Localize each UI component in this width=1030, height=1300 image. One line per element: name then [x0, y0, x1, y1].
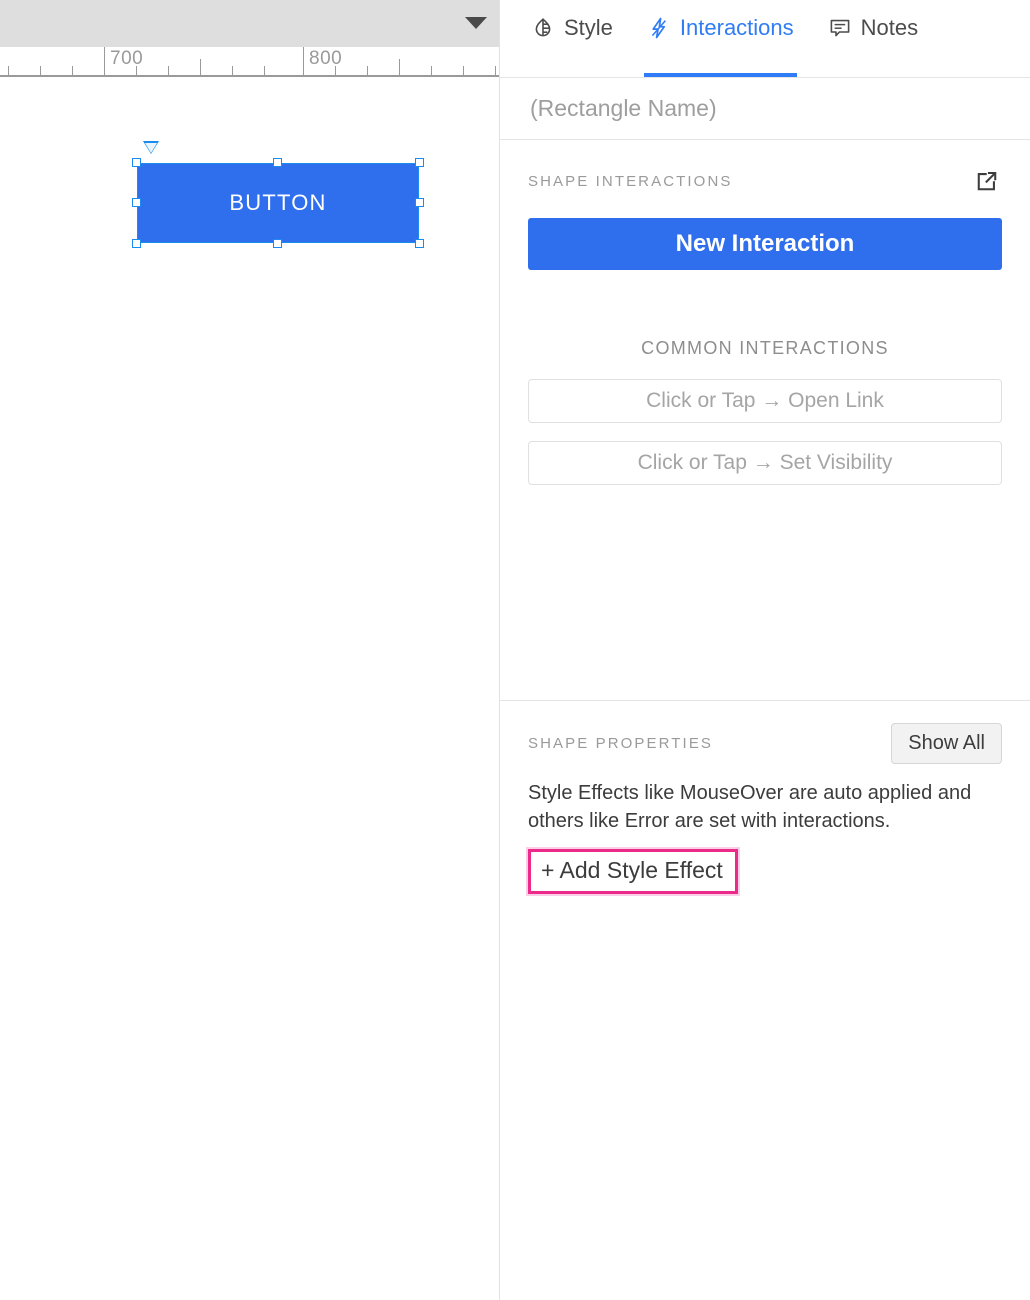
- tab-interactions[interactable]: Interactions: [630, 0, 811, 77]
- canvas-toolbar-strip: [0, 0, 499, 47]
- new-interaction-button[interactable]: New Interaction: [528, 218, 1002, 270]
- prototyping-app-window: 700 800 BUTTON Style Interactions Notes …: [0, 0, 1030, 1300]
- style-droplet-icon: [531, 16, 555, 40]
- inspector-panel: Style Interactions Notes (Rectangle Name…: [499, 0, 1030, 1300]
- shape-interactions-title: SHAPE INTERACTIONS: [528, 172, 733, 190]
- widget-name-placeholder: (Rectangle Name): [530, 95, 717, 121]
- tab-notes[interactable]: Notes: [811, 0, 935, 77]
- tab-style-label: Style: [564, 14, 613, 40]
- horizontal-ruler: 700 800: [0, 47, 499, 77]
- tab-interactions-label: Interactions: [679, 14, 794, 40]
- shape-interactions-section: SHAPE INTERACTIONS New Interaction COMMO…: [500, 140, 1030, 701]
- shape-properties-description: Style Effects like MouseOver are auto ap…: [528, 782, 972, 832]
- tab-notes-label: Notes: [860, 14, 919, 40]
- resize-handle-nw[interactable]: [132, 158, 141, 167]
- add-style-effect-highlight: + Add Style Effect: [528, 849, 738, 895]
- shape-properties-header: SHAPE PROPERTIES Show All: [528, 723, 1002, 764]
- button-widget-label: BUTTON: [229, 190, 327, 215]
- resize-handle-sw[interactable]: [132, 239, 141, 248]
- external-link-icon[interactable]: [972, 166, 1002, 196]
- canvas-pane: 700 800 BUTTON: [0, 0, 499, 1300]
- lightning-bolt-icon: [647, 16, 671, 40]
- resize-handle-n[interactable]: [273, 158, 282, 167]
- resize-handle-s[interactable]: [273, 239, 282, 248]
- resize-handle-se[interactable]: [415, 239, 424, 248]
- common-interactions-title: COMMON INTERACTIONS: [641, 338, 889, 358]
- canvas-surface[interactable]: BUTTON: [0, 79, 499, 1300]
- ruler-label-700: 700: [110, 48, 144, 69]
- note-bubble-icon: [828, 16, 852, 40]
- show-all-button[interactable]: Show All: [891, 723, 1002, 764]
- rotation-handle-inner: [145, 143, 157, 153]
- button-widget[interactable]: BUTTON: [137, 163, 419, 243]
- shape-interactions-header: SHAPE INTERACTIONS: [528, 166, 1002, 196]
- tab-style[interactable]: Style: [514, 0, 630, 77]
- shape-properties-title: SHAPE PROPERTIES: [528, 735, 714, 752]
- caret-down-icon[interactable]: [465, 17, 487, 29]
- inspector-tabs: Style Interactions Notes: [500, 0, 1030, 78]
- ruler-label-800: 800: [309, 48, 343, 69]
- common-interaction-set-visibility[interactable]: Click or Tap → Set Visibility: [528, 441, 1002, 485]
- shape-properties-section: SHAPE PROPERTIES Show All Style Effects …: [500, 701, 1030, 895]
- resize-handle-e[interactable]: [415, 198, 424, 207]
- widget-name-field[interactable]: (Rectangle Name): [500, 78, 1030, 140]
- common-interaction-open-link[interactable]: Click or Tap → Open Link: [528, 379, 1002, 423]
- resize-handle-ne[interactable]: [415, 158, 424, 167]
- resize-handle-w[interactable]: [132, 198, 141, 207]
- add-style-effect-button[interactable]: + Add Style Effect: [541, 857, 723, 883]
